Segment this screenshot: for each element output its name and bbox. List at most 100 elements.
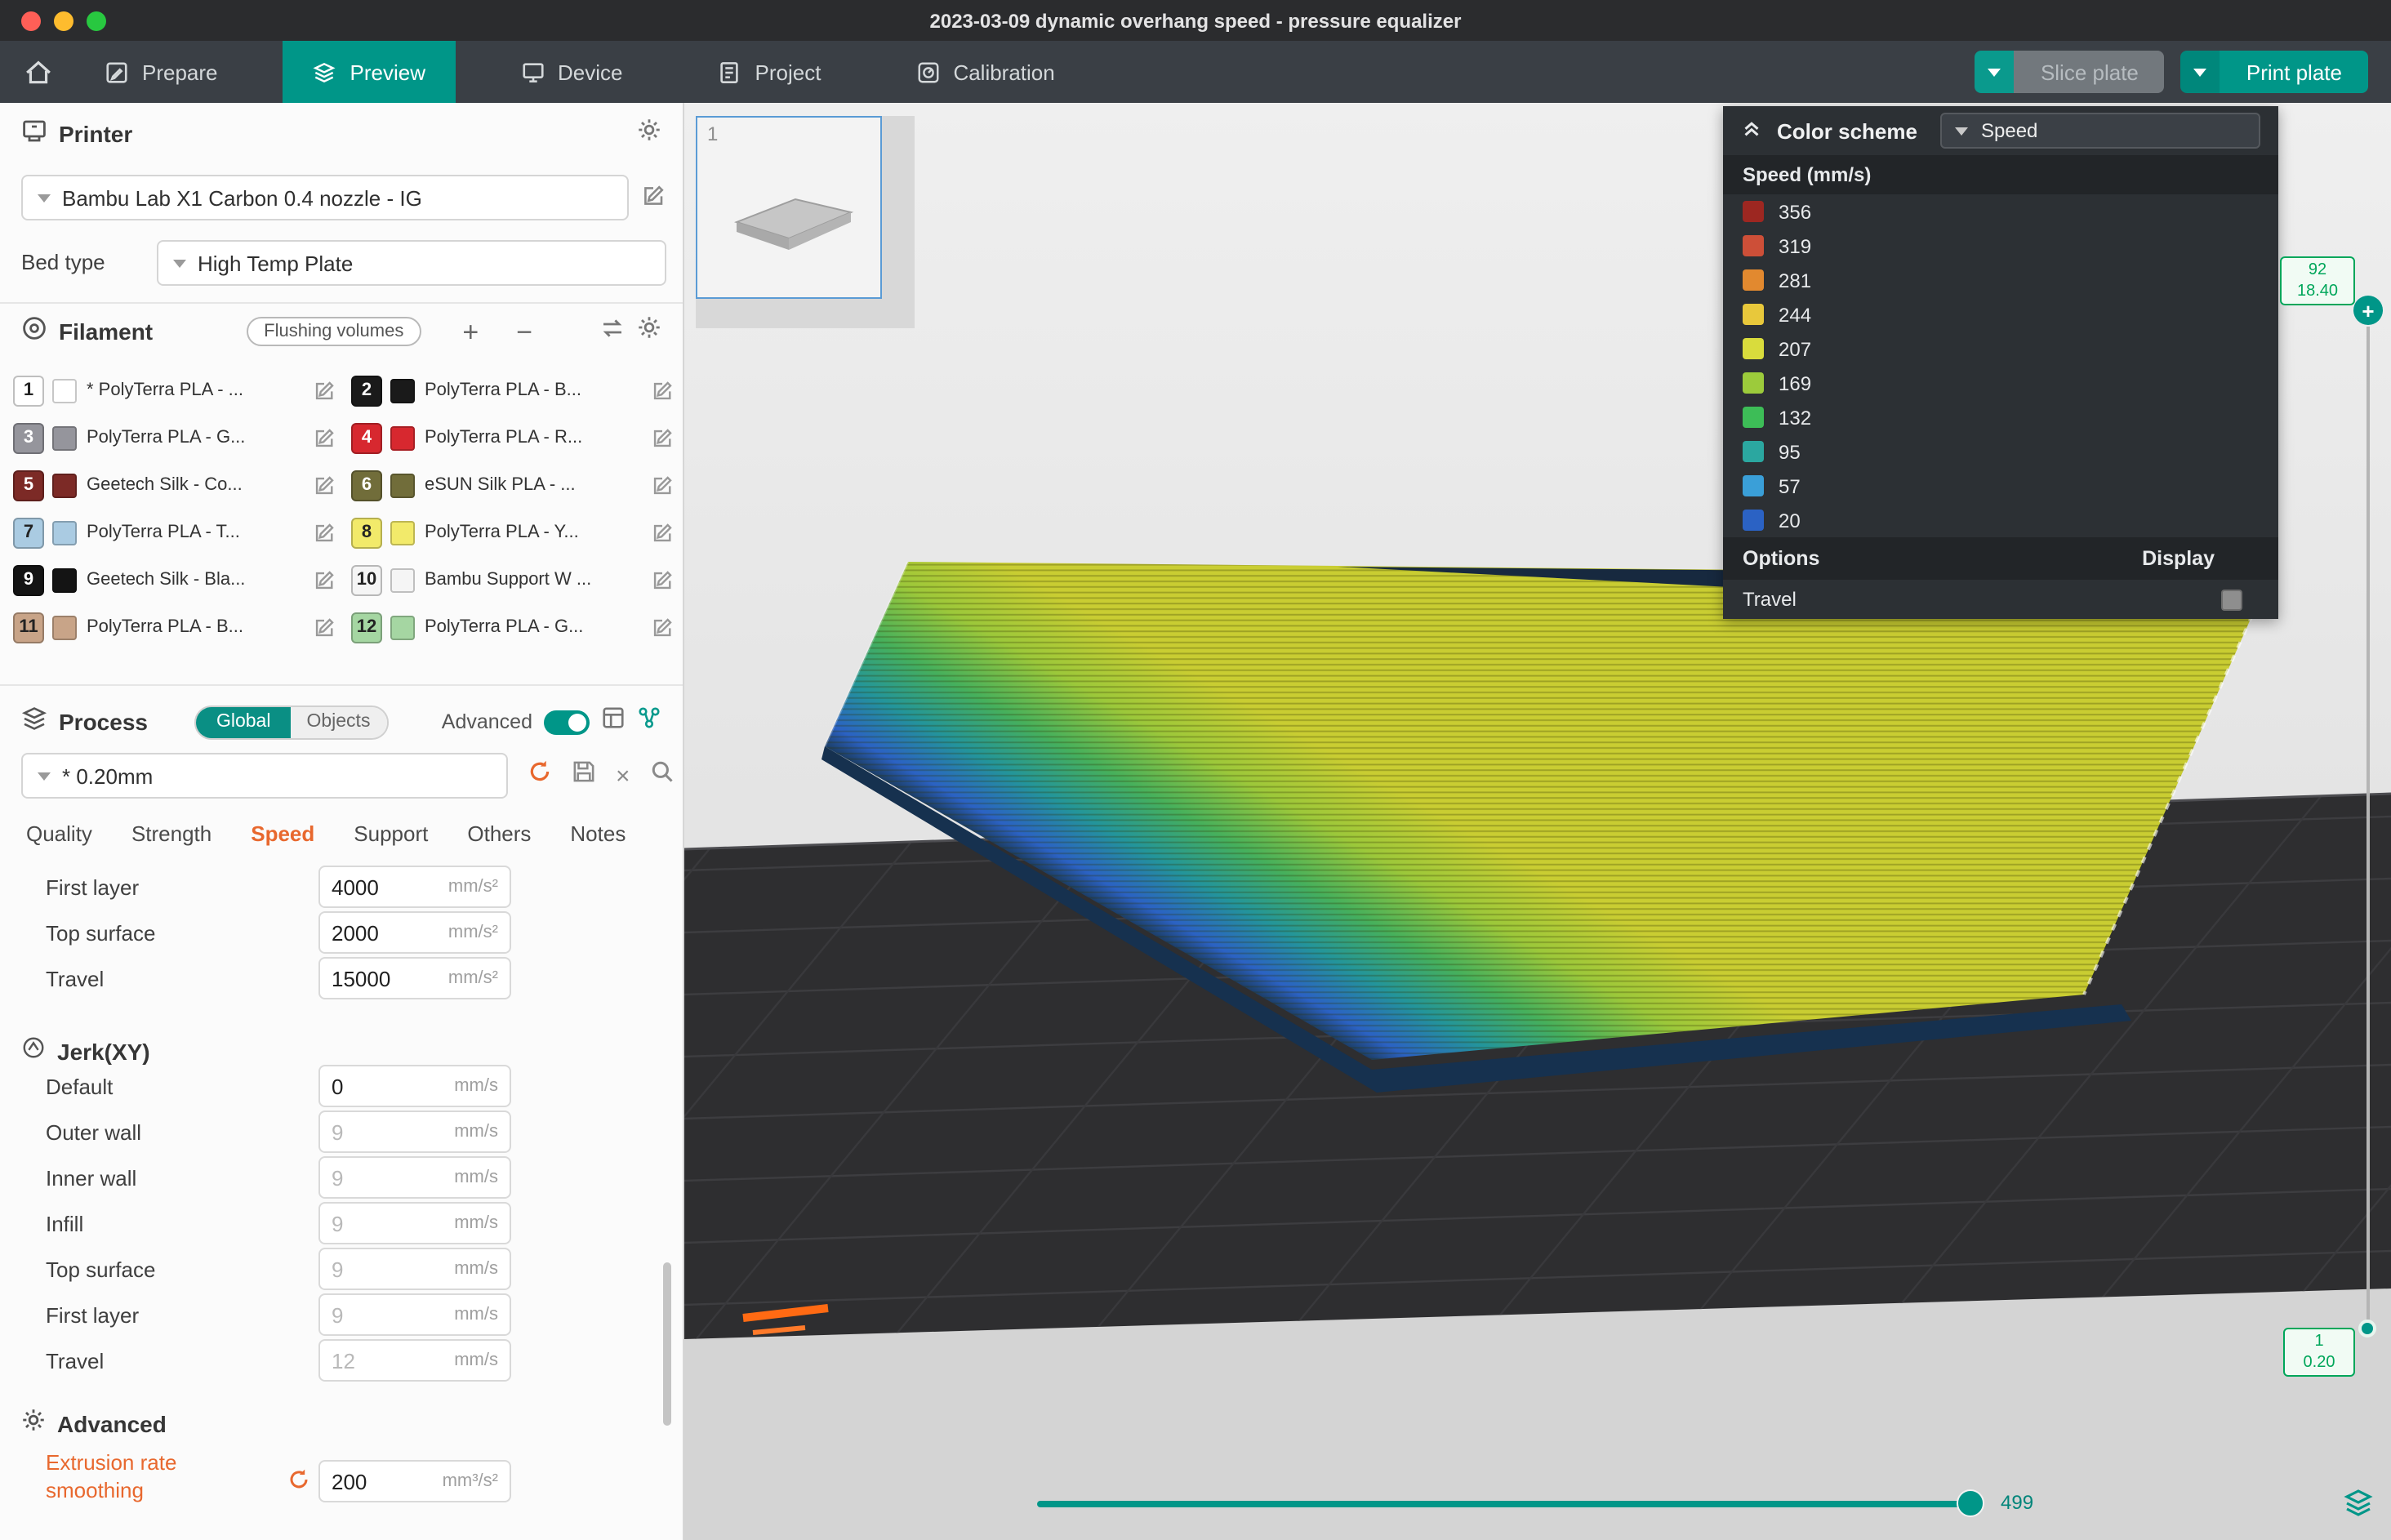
close-window-button[interactable] [21,11,41,31]
traffic-lights[interactable] [21,11,106,31]
printer-preset-select[interactable]: Bambu Lab X1 Carbon 0.4 nozzle - IG [21,175,629,220]
filament-item[interactable]: 5 Geetech Silk - Co... [13,469,335,501]
edit-filament-icon[interactable] [652,474,673,496]
filament-item[interactable]: 11 PolyTerra PLA - B... [13,611,335,643]
edit-filament-icon[interactable] [314,380,335,401]
setting-input[interactable]: 9 mm/s [318,1156,511,1199]
extrusion-rate-smoothing-input[interactable]: 200 mm³/s² [318,1460,511,1502]
color-scheme-select[interactable]: Speed [1940,113,2260,149]
filament-color-chip[interactable] [390,615,415,639]
bed-type-select[interactable]: High Temp Plate [157,240,666,286]
filament-settings-gear-icon[interactable] [637,315,661,348]
preview-viewport[interactable]: 1 Color scheme Speed Speed (mm/s) [684,103,2391,1540]
filament-item[interactable]: 10 Bambu Support W ... [351,563,673,596]
layer-slider-bottom-badge[interactable]: 1 0.20 [2283,1328,2355,1377]
process-tab[interactable]: Strength [131,821,211,846]
print-plate-button[interactable]: Print plate [2181,51,2368,93]
layer-slider-bottom-handle[interactable] [2358,1320,2376,1337]
edit-filament-icon[interactable] [314,569,335,590]
parameter-table-icon[interactable] [601,705,626,738]
filament-item[interactable]: 2 PolyTerra PLA - B... [351,374,673,407]
filament-color-chip[interactable] [52,567,77,592]
filament-item[interactable]: 8 PolyTerra PLA - Y... [351,516,673,549]
tab-calibration[interactable]: Calibration [886,41,1084,103]
filament-item[interactable]: 9 Geetech Silk - Bla... [13,563,335,596]
layer-slider-track[interactable] [2367,327,2370,1320]
edit-filament-icon[interactable] [652,380,673,401]
setting-input[interactable]: 9 mm/s [318,1202,511,1244]
filament-color-chip[interactable] [52,378,77,403]
filament-item[interactable]: 7 PolyTerra PLA - T... [13,516,335,549]
edit-filament-icon[interactable] [652,427,673,448]
move-slider-handle[interactable] [1957,1489,1984,1517]
setting-input[interactable]: 0 mm/s [318,1065,511,1107]
edit-filament-icon[interactable] [652,522,673,543]
minimize-window-button[interactable] [54,11,73,31]
setting-input[interactable]: 9 mm/s [318,1248,511,1290]
process-tab[interactable]: Quality [26,821,92,846]
tab-preview[interactable]: Preview [283,41,456,103]
reset-ers-icon[interactable] [287,1468,310,1499]
sync-filament-icon[interactable] [599,314,626,349]
slice-plate-label[interactable]: Slice plate [2015,51,2165,93]
layers-view-icon[interactable] [2340,1484,2376,1520]
edit-filament-icon[interactable] [652,569,673,590]
filament-color-chip[interactable] [390,378,415,403]
tab-project[interactable]: Project [688,41,851,103]
reset-preset-icon[interactable] [528,759,552,792]
filament-item[interactable]: 6 eSUN Silk PLA - ... [351,469,673,501]
process-tab[interactable]: Support [354,821,428,846]
flushing-volumes-button[interactable]: Flushing volumes [246,317,421,346]
sidebar-scrollbar[interactable] [663,1262,671,1426]
travel-checkbox[interactable] [2221,589,2242,610]
filament-color-chip[interactable] [52,615,77,639]
setting-input[interactable]: 12 mm/s [318,1339,511,1382]
print-options-dropdown[interactable] [2181,51,2220,93]
global-objects-switch[interactable]: Global Objects [195,705,389,739]
layer-slider-top-badge[interactable]: 92 18.40 [2280,256,2355,305]
collapse-panel-icon[interactable] [1739,114,1764,147]
process-tab[interactable]: Others [467,821,531,846]
filament-color-chip[interactable] [390,425,415,450]
edit-filament-icon[interactable] [314,427,335,448]
process-preset-select[interactable]: * 0.20mm [21,753,508,799]
zoom-window-button[interactable] [87,11,106,31]
setting-input[interactable]: 2000 mm/s² [318,911,511,954]
setting-input[interactable]: 9 mm/s [318,1110,511,1153]
advanced-mode-toggle[interactable] [544,710,590,734]
global-segment[interactable]: Global [197,706,291,737]
filament-item[interactable]: 1 * PolyTerra PLA - ... [13,374,335,407]
search-settings-icon[interactable] [650,759,675,792]
add-filament-button[interactable]: + [462,318,479,345]
edit-filament-icon[interactable] [314,616,335,638]
filament-color-chip[interactable] [390,520,415,545]
filament-color-chip[interactable] [390,473,415,497]
display-label[interactable]: Display [2142,547,2215,570]
process-tab[interactable]: Speed [251,821,314,846]
process-tab[interactable]: Notes [570,821,626,846]
process-flow-icon[interactable] [637,705,661,738]
edit-filament-icon[interactable] [314,474,335,496]
edit-printer-preset-icon[interactable] [642,185,665,216]
edit-filament-icon[interactable] [652,616,673,638]
remove-filament-button[interactable]: − [516,318,532,345]
filament-color-chip[interactable] [52,520,77,545]
slice-plate-button[interactable]: Slice plate [1975,51,2165,93]
print-plate-label[interactable]: Print plate [2220,51,2368,93]
filament-item[interactable]: 3 PolyTerra PLA - G... [13,421,335,454]
filament-item[interactable]: 12 PolyTerra PLA - G... [351,611,673,643]
close-preset-icon[interactable]: × [616,763,630,788]
objects-segment[interactable]: Objects [290,706,386,737]
filament-color-chip[interactable] [390,567,415,592]
edit-filament-icon[interactable] [314,522,335,543]
move-slider-track[interactable] [1037,1501,1981,1507]
save-preset-icon[interactable] [572,759,596,792]
plate-thumbnail[interactable]: 1 [696,116,882,299]
home-button[interactable] [0,41,75,103]
filament-color-chip[interactable] [52,473,77,497]
tab-prepare[interactable]: Prepare [75,41,247,103]
setting-input[interactable]: 9 mm/s [318,1293,511,1336]
setting-input[interactable]: 4000 mm/s² [318,866,511,908]
printer-settings-gear-icon[interactable] [637,118,661,150]
filament-item[interactable]: 4 PolyTerra PLA - R... [351,421,673,454]
